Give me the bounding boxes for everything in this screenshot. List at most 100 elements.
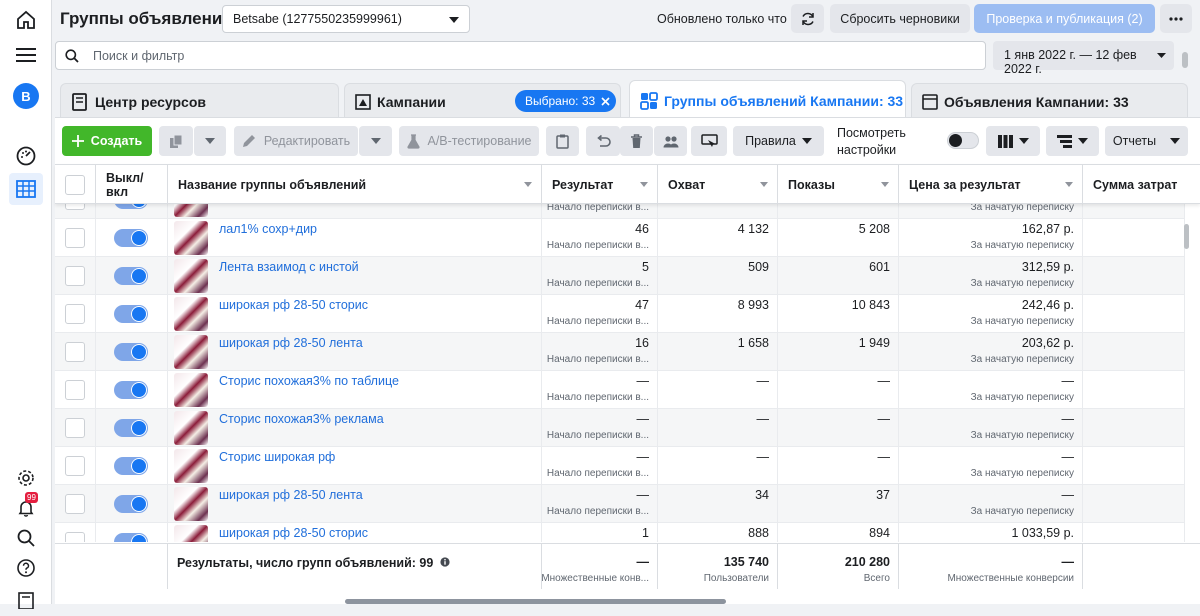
table-row[interactable]: широкая рф 28-50 сторис 1 888 894 1 033,59 р…: [55, 523, 1185, 542]
help-icon[interactable]: [0, 552, 52, 584]
delete-button[interactable]: [620, 126, 653, 156]
ab-test-button[interactable]: A/B-тестирование: [399, 126, 539, 156]
preview-button[interactable]: [691, 126, 727, 156]
rules-button[interactable]: Правила: [733, 126, 824, 156]
select-all-checkbox[interactable]: [65, 174, 85, 195]
discard-drafts-button[interactable]: Сбросить черновики: [830, 4, 970, 33]
row-checkbox[interactable]: [65, 228, 85, 248]
cpr-sub: За начатую переписку: [970, 354, 1074, 365]
column-header-result[interactable]: Результат: [542, 165, 658, 204]
row-checkbox[interactable]: [65, 418, 85, 438]
ad-set-toggle[interactable]: [114, 267, 148, 285]
account-select[interactable]: Betsabe (1277550235999961): [222, 5, 470, 33]
review-publish-button[interactable]: Проверка и публикация (2): [974, 4, 1155, 33]
column-header-impressions[interactable]: Показы: [778, 165, 899, 204]
info-icon[interactable]: [440, 557, 450, 567]
more-options-button[interactable]: [1160, 4, 1192, 33]
ads-manager-table-icon[interactable]: [9, 173, 43, 205]
duplicate-menu-button[interactable]: [194, 126, 226, 156]
ad-set-name-link[interactable]: Сторис широкая рф: [219, 450, 335, 464]
ad-set-toggle[interactable]: [114, 419, 148, 437]
settings-gear-icon[interactable]: [0, 462, 52, 494]
view-settings-toggle[interactable]: [947, 132, 979, 149]
close-icon[interactable]: [601, 96, 610, 106]
share-audience-button[interactable]: [654, 126, 687, 156]
sort-chevron-icon: [881, 182, 889, 187]
summary-impressions-sub: Всего: [863, 573, 890, 584]
row-cost-per-result-cell: За начатую переписку: [899, 204, 1083, 219]
report-icon[interactable]: [0, 584, 52, 616]
row-checkbox[interactable]: [65, 494, 85, 514]
table-row[interactable]: Лента взаимод с инстой 5 Начало переписки …: [55, 257, 1185, 295]
ad-set-name-link[interactable]: широкая рф 28-50 лента: [219, 336, 363, 350]
table-row[interactable]: Сторис широкая рф — Начало переписки в... —…: [55, 447, 1185, 485]
table-row[interactable]: лал1% сохр+дир 46 Начало переписки в... 4 1…: [55, 219, 1185, 257]
ad-set-name-link[interactable]: Лента взаимод с инстой: [219, 260, 359, 274]
duplicate-button[interactable]: [159, 126, 193, 156]
date-range-picker[interactable]: 1 янв 2022 г. — 12 фев 2022 г.: [993, 41, 1174, 76]
create-button[interactable]: Создать: [62, 126, 152, 156]
home-icon[interactable]: [0, 4, 52, 36]
edit-menu-button[interactable]: [359, 126, 392, 156]
column-header-toggle[interactable]: Выкл/ вкл: [96, 165, 168, 204]
ad-set-toggle[interactable]: [114, 204, 148, 209]
tab-campaigns[interactable]: Кампании Выбрано: 33: [344, 83, 621, 120]
column-header-reach[interactable]: Охват: [658, 165, 778, 204]
table-row[interactable]: широкая рф 28-50 сторис 47 Начало переписк…: [55, 295, 1185, 333]
row-checkbox[interactable]: [65, 266, 85, 286]
row-impressions-cell: 5 208: [778, 219, 899, 257]
row-cost-per-result-cell: 162,87 р. За начатую переписку: [899, 219, 1083, 257]
row-checkbox[interactable]: [65, 532, 85, 542]
tab-resource-center[interactable]: Центр ресурсов: [60, 83, 339, 120]
notifications-bell-icon[interactable]: 99: [0, 492, 52, 524]
row-checkbox[interactable]: [65, 456, 85, 476]
tab-ad-sets[interactable]: Группы объявлений Кампании: 33: [629, 80, 906, 120]
reports-button[interactable]: Отчеты: [1105, 126, 1188, 156]
table-row[interactable]: Сторис похожая3% по таблице — Начало переп…: [55, 371, 1185, 409]
dashboard-icon[interactable]: [0, 140, 52, 172]
ad-set-toggle[interactable]: [114, 305, 148, 323]
ad-set-name-link[interactable]: широкая рф 28-50 сторис: [219, 526, 368, 540]
ad-set-name-link[interactable]: лал1% сохр+дир: [219, 222, 317, 236]
row-checkbox[interactable]: [65, 342, 85, 362]
columns-button[interactable]: [986, 126, 1040, 156]
row-checkbox[interactable]: [65, 380, 85, 400]
account-avatar[interactable]: B: [0, 80, 52, 112]
column-header-cost-per-result[interactable]: Цена за результат: [899, 165, 1083, 204]
ad-set-name-link[interactable]: широкая рф 28-50 лента: [219, 488, 363, 502]
selected-count-chip[interactable]: Выбрано: 33: [515, 90, 617, 112]
ad-set-toggle[interactable]: [114, 457, 148, 475]
ad-set-name-link[interactable]: широкая рф 28-50 сторис: [219, 298, 368, 312]
ad-set-toggle[interactable]: [114, 533, 148, 542]
ad-set-toggle[interactable]: [114, 495, 148, 513]
column-header-spend[interactable]: Сумма затрат: [1083, 165, 1200, 204]
ad-set-toggle[interactable]: [114, 229, 148, 247]
undo-button[interactable]: [586, 126, 620, 156]
edit-button[interactable]: Редактировать: [234, 126, 358, 156]
ad-set-name-link[interactable]: Сторис похожая3% по таблице: [219, 374, 399, 388]
table-vertical-scrollbar[interactable]: [1184, 224, 1189, 249]
column-header-name[interactable]: Название группы объявлений: [168, 165, 542, 204]
table-horizontal-scrollbar[interactable]: [345, 599, 726, 604]
top-right-scroll-thumb[interactable]: [1182, 52, 1188, 68]
table-row[interactable]: широкая рф 28-50 лента — Начало переписки …: [55, 485, 1185, 523]
clipboard-button[interactable]: [546, 126, 579, 156]
result-value: 16: [635, 336, 649, 350]
refresh-button[interactable]: [791, 4, 824, 33]
search-rail-icon[interactable]: [0, 522, 52, 554]
table-row[interactable]: Сторис похожая3% реклама — Начало переписк…: [55, 409, 1185, 447]
ad-set-toggle[interactable]: [114, 381, 148, 399]
ad-set-toggle[interactable]: [114, 343, 148, 361]
cpr-value: 312,59 р.: [1021, 260, 1074, 274]
tab-ads[interactable]: Объявления Кампании: 33: [911, 83, 1188, 120]
menu-icon[interactable]: [0, 39, 52, 71]
row-checkbox[interactable]: [65, 304, 85, 324]
search-input[interactable]: [93, 47, 953, 65]
table-row[interactable]: Начало переписки в... За начатую переписк…: [55, 204, 1185, 219]
breakdown-button[interactable]: [1046, 126, 1099, 156]
row-checkbox[interactable]: [65, 204, 85, 210]
table-row[interactable]: широкая рф 28-50 лента 16 Начало переписки…: [55, 333, 1185, 371]
summary-label-cell: Результаты, число групп объявлений: 99: [168, 544, 542, 589]
ad-set-name-link[interactable]: Сторис похожая3% реклама: [219, 412, 384, 426]
trash-icon: [631, 133, 642, 148]
